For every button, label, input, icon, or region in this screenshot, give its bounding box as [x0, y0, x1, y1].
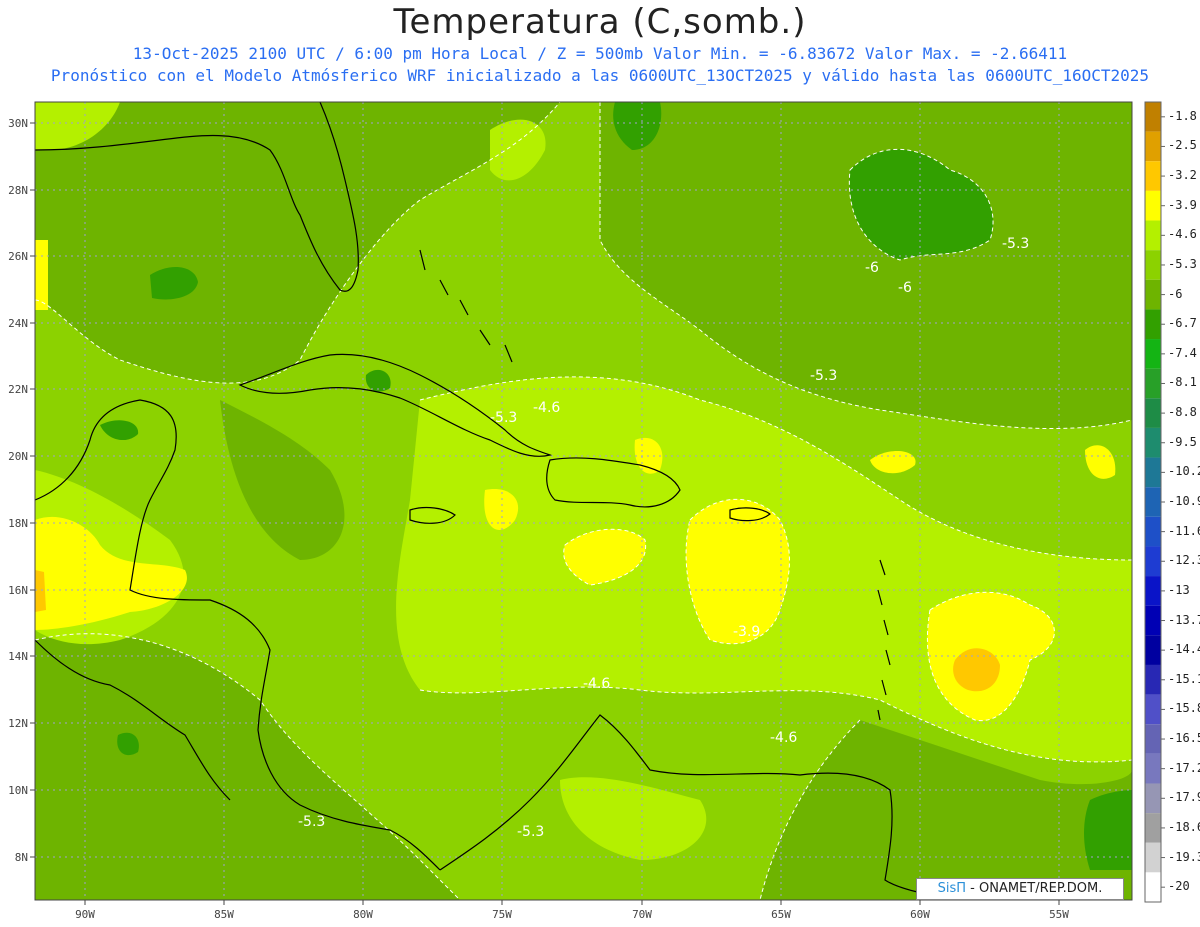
colorbar-label: -7.4: [1168, 345, 1197, 360]
shaded-field: [35, 102, 1132, 900]
colorbar-swatch: [1145, 309, 1161, 340]
colorbar-label: -18.6: [1168, 819, 1200, 834]
colorbar-swatch: [1145, 427, 1161, 458]
colorbar-label: -1.8: [1168, 108, 1197, 123]
colorbar-label: -2.5: [1168, 138, 1197, 153]
colorbar-label: -9.5: [1168, 434, 1197, 449]
colorbar-swatch: [1145, 487, 1161, 517]
lat-label: 12N: [8, 717, 28, 730]
lon-label: 55W: [1049, 908, 1069, 921]
lat-label: 28N: [8, 184, 28, 197]
colorbar-swatch: [1145, 220, 1161, 251]
colorbar-label: -15.8: [1168, 701, 1200, 716]
contour-label: -5.3: [810, 368, 837, 384]
lat-label: 22N: [8, 383, 28, 396]
contour-label: -4.6: [583, 676, 610, 692]
colorbar-swatch: [1145, 516, 1161, 547]
lon-label: 85W: [214, 908, 234, 921]
colorbar-swatch: [1145, 813, 1161, 843]
colorbar-label: -6.7: [1168, 316, 1197, 331]
colorbar: [1144, 101, 1165, 903]
lat-label: 16N: [8, 584, 28, 597]
colorbar-swatch: [1145, 605, 1161, 636]
colorbar-swatch: [1145, 398, 1161, 428]
contour-label: -5.3: [517, 824, 544, 840]
colorbar-swatch: [1145, 694, 1161, 725]
colorbar-swatch: [1145, 724, 1161, 754]
colorbar-label: -16.5: [1168, 731, 1200, 746]
lat-label: 10N: [8, 784, 28, 797]
contour-label: -6: [865, 260, 879, 276]
colorbar-label: -17.2: [1168, 760, 1200, 775]
colorbar-label: -20: [1168, 879, 1190, 894]
credit-box: SisΠ - ONAMET/REP.DOM.: [916, 878, 1124, 900]
lon-label: 90W: [75, 908, 95, 921]
colorbar-label: -5.3: [1168, 256, 1197, 271]
lon-label: 60W: [910, 908, 930, 921]
contour-label: -3.9: [733, 624, 760, 640]
colorbar-swatch: [1145, 279, 1161, 310]
colorbar-label: -13.7: [1168, 612, 1200, 627]
lon-label: 75W: [492, 908, 512, 921]
lat-label: 24N: [8, 317, 28, 330]
lat-label: 20N: [8, 450, 28, 463]
contour-label: -6: [898, 280, 912, 296]
colorbar-label: -12.3: [1168, 553, 1200, 568]
colorbar-swatch: [1145, 250, 1161, 280]
colorbar-label: -10.9: [1168, 494, 1200, 508]
colorbar-label: -19.3: [1168, 849, 1200, 864]
contour-label: -5.3: [298, 814, 325, 830]
lon-label: 70W: [632, 908, 652, 921]
colorbar-swatch: [1145, 635, 1161, 665]
lon-label: 80W: [353, 908, 373, 921]
colorbar-swatch: [1145, 161, 1161, 191]
colorbar-label: -14.4: [1168, 642, 1200, 657]
lat-label: 18N: [8, 517, 28, 530]
temperature-map: 30N 28N 26N 24N 22N 20N 18N 16N 14N 12N …: [8, 101, 1165, 921]
lat-label: 8N: [15, 851, 28, 864]
credit-text: - ONAMET/REP.DOM.: [966, 881, 1103, 896]
colorbar-swatch: [1145, 842, 1161, 873]
colorbar-swatch: [1145, 664, 1161, 695]
colorbar-label: -3.9: [1168, 197, 1197, 212]
colorbar-label: -3.2: [1168, 168, 1197, 183]
colorbar-label: -8.1: [1168, 375, 1197, 390]
colorbar-swatch: [1145, 339, 1161, 369]
colorbar-label: -17.9: [1168, 790, 1200, 805]
colorbar-label: -10.2: [1168, 464, 1200, 479]
contour-label: -4.6: [533, 400, 560, 416]
colorbar-swatch: [1145, 102, 1161, 132]
contour-label: -4.6: [770, 730, 797, 746]
sispi-logo-text: SisΠ: [937, 881, 967, 896]
colorbar-swatch: [1145, 131, 1161, 162]
colorbar-label: -6: [1168, 286, 1183, 301]
colorbar-swatch: [1145, 753, 1161, 784]
lat-label: 26N: [8, 250, 28, 263]
colorbar-label: -4.6: [1168, 227, 1197, 242]
lat-label: 30N: [8, 117, 28, 130]
colorbar-swatch: [1145, 190, 1161, 221]
contour-label: -5.3: [490, 410, 517, 426]
lat-label: 14N: [8, 650, 28, 663]
colorbar-swatch: [1145, 546, 1161, 577]
colorbar-swatch: [1145, 576, 1161, 606]
colorbar-swatch: [1145, 457, 1161, 488]
colorbar-label: -15.1: [1168, 671, 1200, 686]
colorbar-label: -13: [1168, 582, 1190, 597]
colorbar-label: -11.6: [1168, 523, 1200, 538]
colorbar-swatch: [1145, 872, 1161, 902]
lon-label: 65W: [771, 908, 791, 921]
colorbar-swatch: [1145, 368, 1161, 399]
contour-label: -5.3: [1002, 236, 1029, 252]
colorbar-swatch: [1145, 783, 1161, 814]
colorbar-label: -8.8: [1168, 405, 1197, 420]
